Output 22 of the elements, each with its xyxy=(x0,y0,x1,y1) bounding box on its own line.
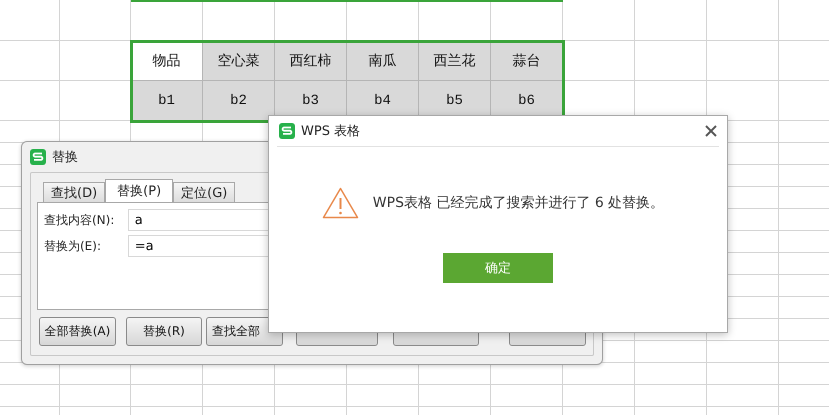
table-cell: 空心菜 xyxy=(203,41,275,81)
table-cell: b1 xyxy=(131,81,203,121)
tab[interactable]: 查找(D) xyxy=(43,182,106,202)
field-label: 查找内容(N): xyxy=(44,212,116,228)
tab[interactable]: 定位(G) xyxy=(173,182,236,202)
message-text: WPS表格 已经完成了搜索并进行了 6 处替换。 xyxy=(372,194,664,212)
dialog-title: WPS 表格 xyxy=(301,123,362,140)
app-logo-icon xyxy=(279,123,295,139)
close-icon[interactable] xyxy=(705,125,717,137)
table-cell: 西兰花 xyxy=(419,41,491,81)
table-cell: b2 xyxy=(203,81,275,121)
app-logo-icon xyxy=(30,149,46,165)
warning-icon xyxy=(322,187,359,219)
dialog-button[interactable]: 全部替换(A) xyxy=(39,317,116,346)
field-label: 替换为(E): xyxy=(44,238,102,254)
dialog-title: 替换 xyxy=(52,149,78,166)
tab[interactable]: 替换(P) xyxy=(105,179,174,202)
table-cell: 西红柿 xyxy=(275,41,347,81)
table-cell: 南瓜 xyxy=(347,41,419,81)
table-cell: 物品 xyxy=(131,41,203,81)
table-cell: 蒜台 xyxy=(491,41,563,81)
dialog-button[interactable]: 替换(R) xyxy=(126,317,202,346)
